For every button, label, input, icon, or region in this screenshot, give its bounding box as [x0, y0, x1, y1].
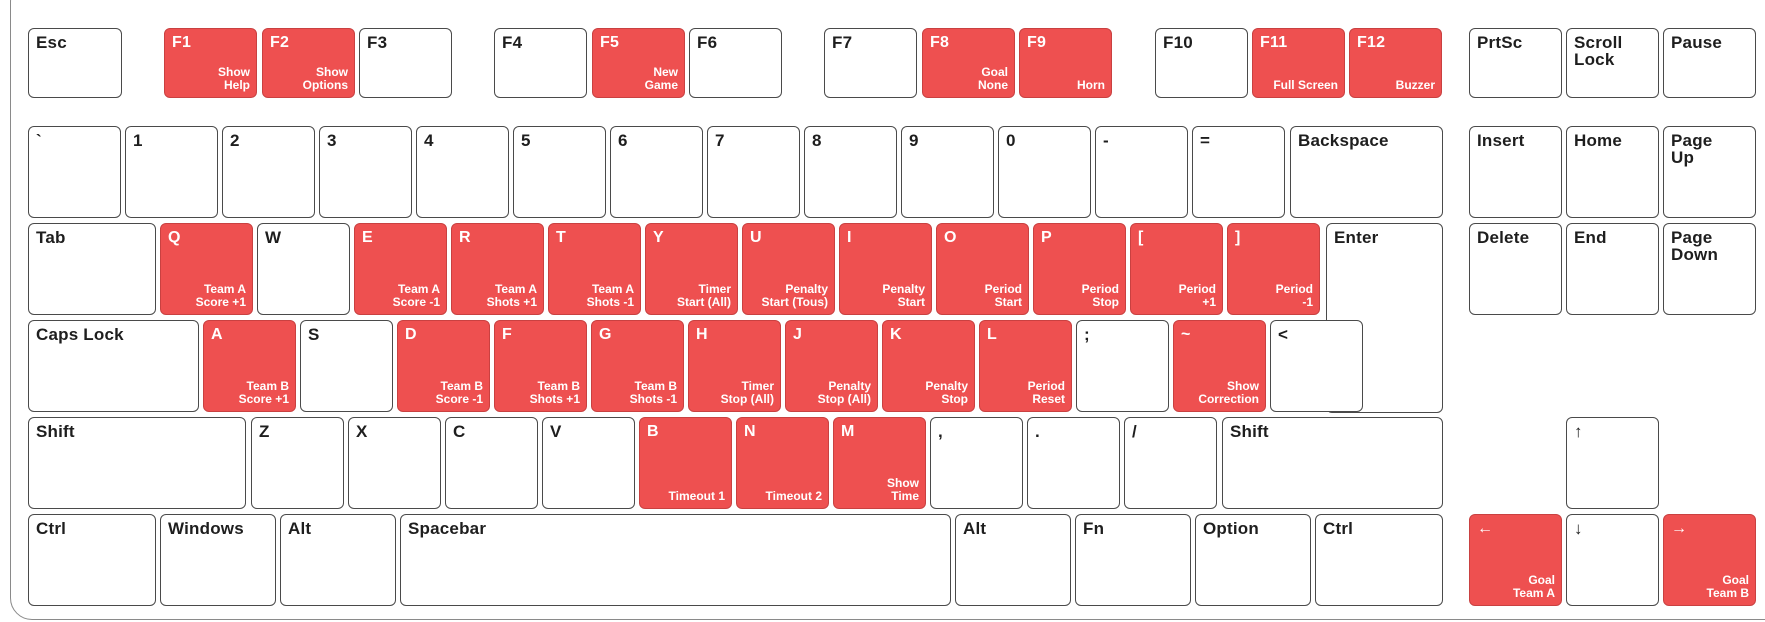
- key-o[interactable]: O Period Start: [936, 223, 1029, 315]
- key-6[interactable]: 6: [610, 126, 703, 218]
- key-f3[interactable]: F3: [359, 28, 452, 98]
- key-y[interactable]: Y Timer Start (All): [645, 223, 738, 315]
- key-end[interactable]: End: [1566, 223, 1659, 315]
- key-alt-right[interactable]: Alt: [955, 514, 1071, 606]
- key-arrow-left[interactable]: ← Goal Team A: [1469, 514, 1562, 606]
- key-a[interactable]: A Team B Score +1: [203, 320, 296, 412]
- key-period[interactable]: .: [1027, 417, 1120, 509]
- key-f[interactable]: F Team B Shots +1: [494, 320, 587, 412]
- arrow-down-icon: ↓: [1574, 519, 1583, 538]
- key-8[interactable]: 8: [804, 126, 897, 218]
- key-home[interactable]: Home: [1566, 126, 1659, 218]
- key-shift-left[interactable]: Shift: [28, 417, 246, 509]
- key-b[interactable]: B Timeout 1: [639, 417, 732, 509]
- key-n[interactable]: N Timeout 2: [736, 417, 829, 509]
- key-2[interactable]: 2: [222, 126, 315, 218]
- key-5[interactable]: 5: [513, 126, 606, 218]
- key-0[interactable]: 0: [998, 126, 1091, 218]
- key-ctrl-left[interactable]: Ctrl: [28, 514, 156, 606]
- key-right-bracket[interactable]: ] Period -1: [1227, 223, 1320, 315]
- key-x[interactable]: X: [348, 417, 441, 509]
- key-minus[interactable]: -: [1095, 126, 1188, 218]
- key-c[interactable]: C: [445, 417, 538, 509]
- key-shift-right[interactable]: Shift: [1222, 417, 1443, 509]
- key-f1[interactable]: F1 Show Help: [164, 28, 257, 98]
- key-delete[interactable]: Delete: [1469, 223, 1562, 315]
- key-f10[interactable]: F10: [1155, 28, 1248, 98]
- arrow-left-icon: ←: [1477, 520, 1494, 537]
- key-f7[interactable]: F7: [824, 28, 917, 98]
- key-i[interactable]: I Penalty Start: [839, 223, 932, 315]
- key-fn[interactable]: Fn: [1075, 514, 1191, 606]
- key-s[interactable]: S: [300, 320, 393, 412]
- key-backtick[interactable]: `: [28, 126, 121, 218]
- arrow-up-icon: ↑: [1574, 422, 1583, 441]
- key-f6[interactable]: F6: [689, 28, 782, 98]
- key-7[interactable]: 7: [707, 126, 800, 218]
- key-f9[interactable]: F9 Horn: [1019, 28, 1112, 98]
- key-4[interactable]: 4: [416, 126, 509, 218]
- key-r[interactable]: R Team A Shots +1: [451, 223, 544, 315]
- key-alt-left[interactable]: Alt: [280, 514, 396, 606]
- key-equals[interactable]: =: [1192, 126, 1285, 218]
- key-l[interactable]: L Period Reset: [979, 320, 1072, 412]
- key-w[interactable]: W: [257, 223, 350, 315]
- key-left-bracket[interactable]: [Period +1: [1130, 223, 1223, 315]
- key-d[interactable]: D Team B Score -1: [397, 320, 490, 412]
- key-f12[interactable]: F12 Buzzer: [1349, 28, 1442, 98]
- key-windows[interactable]: Windows: [160, 514, 276, 606]
- key-f5[interactable]: F5 New Game: [592, 28, 685, 98]
- key-caps-lock[interactable]: Caps Lock: [28, 320, 199, 412]
- key-tab[interactable]: Tab: [28, 223, 156, 315]
- key-slash[interactable]: /: [1124, 417, 1217, 509]
- key-f11[interactable]: F11 Full Screen: [1252, 28, 1345, 98]
- key-arrow-down[interactable]: ↓: [1566, 514, 1659, 606]
- key-prtsc[interactable]: PrtSc: [1469, 28, 1562, 98]
- key-q[interactable]: Q Team A Score +1: [160, 223, 253, 315]
- key-page-down[interactable]: Page Down: [1663, 223, 1756, 315]
- key-scroll-lock[interactable]: Scroll Lock: [1566, 28, 1659, 98]
- key-z[interactable]: Z: [251, 417, 344, 509]
- key-ctrl-right[interactable]: Ctrl: [1315, 514, 1443, 606]
- key-comma[interactable]: ,: [930, 417, 1023, 509]
- key-insert[interactable]: Insert: [1469, 126, 1562, 218]
- key-1[interactable]: 1: [125, 126, 218, 218]
- key-tilde[interactable]: ~ Show Correction: [1173, 320, 1266, 412]
- key-semicolon[interactable]: ;: [1076, 320, 1169, 412]
- key-f2[interactable]: F2 Show Options: [262, 28, 355, 98]
- key-e[interactable]: E Team A Score -1: [354, 223, 447, 315]
- key-esc[interactable]: Esc: [28, 28, 122, 98]
- key-spacebar[interactable]: Spacebar: [400, 514, 951, 606]
- key-f4[interactable]: F4: [494, 28, 587, 98]
- key-f8[interactable]: F8 Goal None: [922, 28, 1015, 98]
- key-p[interactable]: P Period Stop: [1033, 223, 1126, 315]
- key-9[interactable]: 9: [901, 126, 994, 218]
- key-pause[interactable]: Pause: [1663, 28, 1756, 98]
- key-m[interactable]: M Show Time: [833, 417, 926, 509]
- key-backspace[interactable]: Backspace: [1290, 126, 1443, 218]
- key-v[interactable]: V: [542, 417, 635, 509]
- arrow-right-icon: →: [1671, 520, 1688, 537]
- key-arrow-right[interactable]: → Goal Team B: [1663, 514, 1756, 606]
- key-option[interactable]: Option: [1195, 514, 1311, 606]
- key-3[interactable]: 3: [319, 126, 412, 218]
- key-k[interactable]: K Penalty Stop: [882, 320, 975, 412]
- key-j[interactable]: J Penalty Stop (All): [785, 320, 878, 412]
- key-u[interactable]: U Penalty Start (Tous): [742, 223, 835, 315]
- key-page-up[interactable]: Page Up: [1663, 126, 1756, 218]
- key-arrow-up[interactable]: ↑: [1566, 417, 1659, 509]
- key-less-than[interactable]: <: [1270, 320, 1363, 412]
- key-t[interactable]: T Team A Shots -1: [548, 223, 641, 315]
- key-g[interactable]: G Team B Shots -1: [591, 320, 684, 412]
- key-h[interactable]: H Timer Stop (All): [688, 320, 781, 412]
